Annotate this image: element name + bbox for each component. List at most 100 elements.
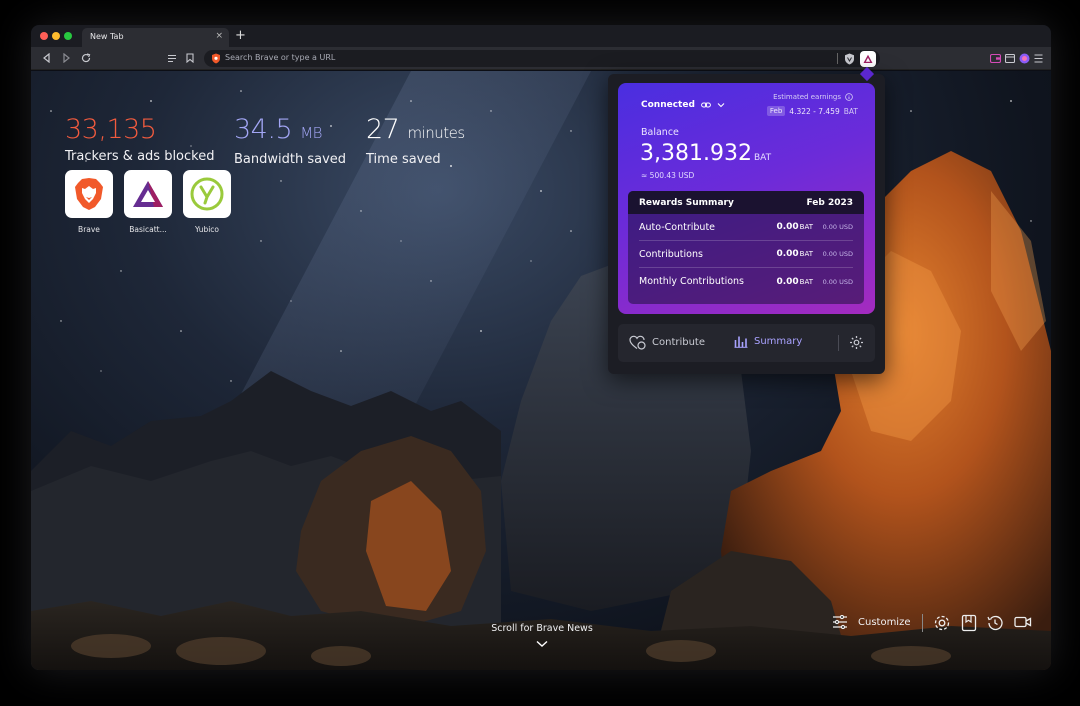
estimated-earnings: Estimated earnings — [773, 93, 853, 101]
bookmarks-icon[interactable] — [961, 614, 977, 632]
new-tab-button[interactable]: + — [235, 28, 246, 44]
brave-talk-camera-icon[interactable] — [1014, 614, 1032, 630]
sidebar-icon[interactable] — [166, 52, 178, 64]
sliders-icon — [833, 615, 847, 629]
connected-label: Connected — [641, 100, 695, 110]
time-label: Time saved — [366, 152, 441, 167]
toolbar: Search Brave or type a URL — [31, 47, 1051, 70]
bat-triangle-icon — [863, 54, 873, 63]
summary-period: Feb 2023 — [806, 197, 853, 208]
settings-gear-icon[interactable] — [933, 614, 951, 632]
chevron-down-icon — [717, 103, 725, 108]
summary-row-label: Auto-Contribute — [639, 221, 716, 233]
summary-row-usd: 0.00 USD — [822, 250, 853, 258]
summary-row-label: Monthly Contributions — [639, 276, 744, 287]
rewards-footer: Contribute Summary — [618, 324, 875, 362]
vpn-icon[interactable] — [1018, 52, 1030, 64]
tab-new-tab[interactable]: New Tab × — [82, 28, 229, 47]
url-bar[interactable]: Search Brave or type a URL — [204, 50, 880, 67]
estimated-label: Estimated earnings — [773, 93, 841, 101]
balance-amount: 3,381.932 BAT — [640, 141, 771, 171]
brave-shields-icon[interactable] — [844, 53, 855, 65]
top-site-brave[interactable]: Brave — [65, 170, 113, 234]
back-icon[interactable] — [40, 52, 52, 64]
scroll-for-brave-news[interactable]: Scroll for Brave News — [472, 623, 612, 634]
yubico-icon — [190, 177, 224, 211]
stat-trackers: 33,135 Trackers & ads blocked — [65, 114, 215, 165]
rewards-settings-icon[interactable] — [849, 335, 864, 350]
summary-row-usd: 0.00 USD — [822, 277, 853, 286]
browser-window: New Tab × + Search Brave or type a URL 3… — [31, 25, 1051, 670]
top-site-label: Yubico — [194, 225, 220, 234]
url-placeholder: Search Brave or type a URL — [225, 53, 336, 62]
bottom-divider — [922, 614, 923, 632]
bandwidth-label: Bandwidth saved — [234, 152, 347, 167]
bandwidth-unit: MB — [300, 124, 322, 142]
balance-value: 3,381.932 — [640, 141, 752, 166]
summary-row-monthly-contributions: Monthly Contributions 0.00BAT 0.00 USD — [639, 268, 853, 295]
summary-row-label: Contributions — [639, 248, 703, 260]
menu-icon[interactable] — [1032, 52, 1044, 64]
balance-label: Balance — [641, 127, 679, 138]
rewards-summary: Rewards Summary Feb 2023 Auto-Contribute… — [628, 191, 864, 304]
wallet-icon[interactable] — [989, 52, 1001, 64]
forward-icon[interactable] — [60, 52, 72, 64]
summary-row-bat: 0.00 — [776, 222, 799, 232]
link-icon — [700, 102, 711, 108]
contribute-label: Contribute — [652, 337, 706, 348]
trackers-label: Trackers & ads blocked — [65, 149, 215, 164]
summary-row-usd: 0.00 USD — [822, 223, 853, 231]
summary-row-bat: 0.00 — [776, 249, 799, 259]
reload-icon[interactable] — [80, 52, 92, 64]
rewards-card: Connected Estimated earnings Feb 4.322 -… — [618, 83, 875, 314]
close-window-button[interactable] — [40, 32, 48, 40]
chevron-down-icon[interactable] — [536, 640, 548, 648]
trackers-count: 33,135 — [65, 114, 157, 145]
tab-bar: New Tab × + — [31, 25, 1051, 47]
estimated-range-row: Feb 4.322 - 7.459 BAT — [766, 106, 858, 116]
bandwidth-value: 34.5 — [234, 114, 293, 145]
top-site-label: Brave — [78, 225, 100, 234]
customize-button[interactable]: Customize — [832, 615, 911, 629]
balance-usd: ≈ 500.43 USD — [641, 171, 695, 180]
summary-row-bat-unit: BAT — [799, 277, 813, 286]
summary-row-contributions: Contributions 0.00BAT 0.00 USD — [639, 241, 853, 268]
bookmark-icon[interactable] — [184, 52, 196, 64]
top-site-label: Basicatt... — [129, 225, 167, 234]
maximize-window-button[interactable] — [64, 32, 72, 40]
estimated-month: Feb — [766, 106, 786, 116]
info-icon[interactable] — [845, 93, 853, 101]
customize-label: Customize — [858, 616, 911, 628]
top-site-basicattention[interactable]: Basicatt... — [124, 170, 172, 234]
estimated-range: 4.322 - 7.459 — [789, 106, 840, 116]
summary-row-bat: 0.00 — [776, 276, 799, 287]
stat-time: 27 minutes Time saved — [366, 114, 465, 168]
balance-currency: BAT — [753, 153, 772, 163]
url-divider — [837, 53, 838, 64]
site-info-icon[interactable] — [211, 53, 221, 64]
history-icon[interactable] — [986, 614, 1004, 632]
brave-lion-icon — [75, 178, 103, 210]
summary-header: Rewards Summary Feb 2023 — [628, 191, 864, 214]
bar-chart-icon — [734, 336, 748, 348]
summary-title: Rewards Summary — [639, 197, 734, 208]
summary-row-auto-contribute: Auto-Contribute 0.00BAT 0.00 USD — [639, 214, 853, 241]
summary-label: Summary — [754, 336, 803, 347]
minimize-window-button[interactable] — [52, 32, 60, 40]
time-value: 27 — [366, 114, 400, 145]
time-unit: minutes — [407, 124, 465, 142]
connected-status[interactable]: Connected — [641, 100, 725, 110]
summary-row-bat-unit: BAT — [799, 223, 813, 231]
reading-list-icon[interactable] — [1004, 52, 1016, 64]
rewards-button[interactable] — [860, 51, 876, 67]
tab-title: New Tab — [90, 32, 124, 41]
summary-button[interactable]: Summary — [734, 335, 802, 348]
heart-coin-icon — [629, 335, 646, 350]
stat-bandwidth: 34.5 MB Bandwidth saved — [234, 114, 347, 168]
top-site-yubico[interactable]: Yubico — [183, 170, 231, 234]
tab-close-icon[interactable]: × — [215, 31, 223, 41]
contribute-button[interactable]: Contribute — [629, 335, 705, 350]
summary-row-bat-unit: BAT — [799, 250, 813, 258]
estimated-currency: BAT — [843, 106, 858, 116]
bat-triangle-icon — [133, 181, 163, 207]
